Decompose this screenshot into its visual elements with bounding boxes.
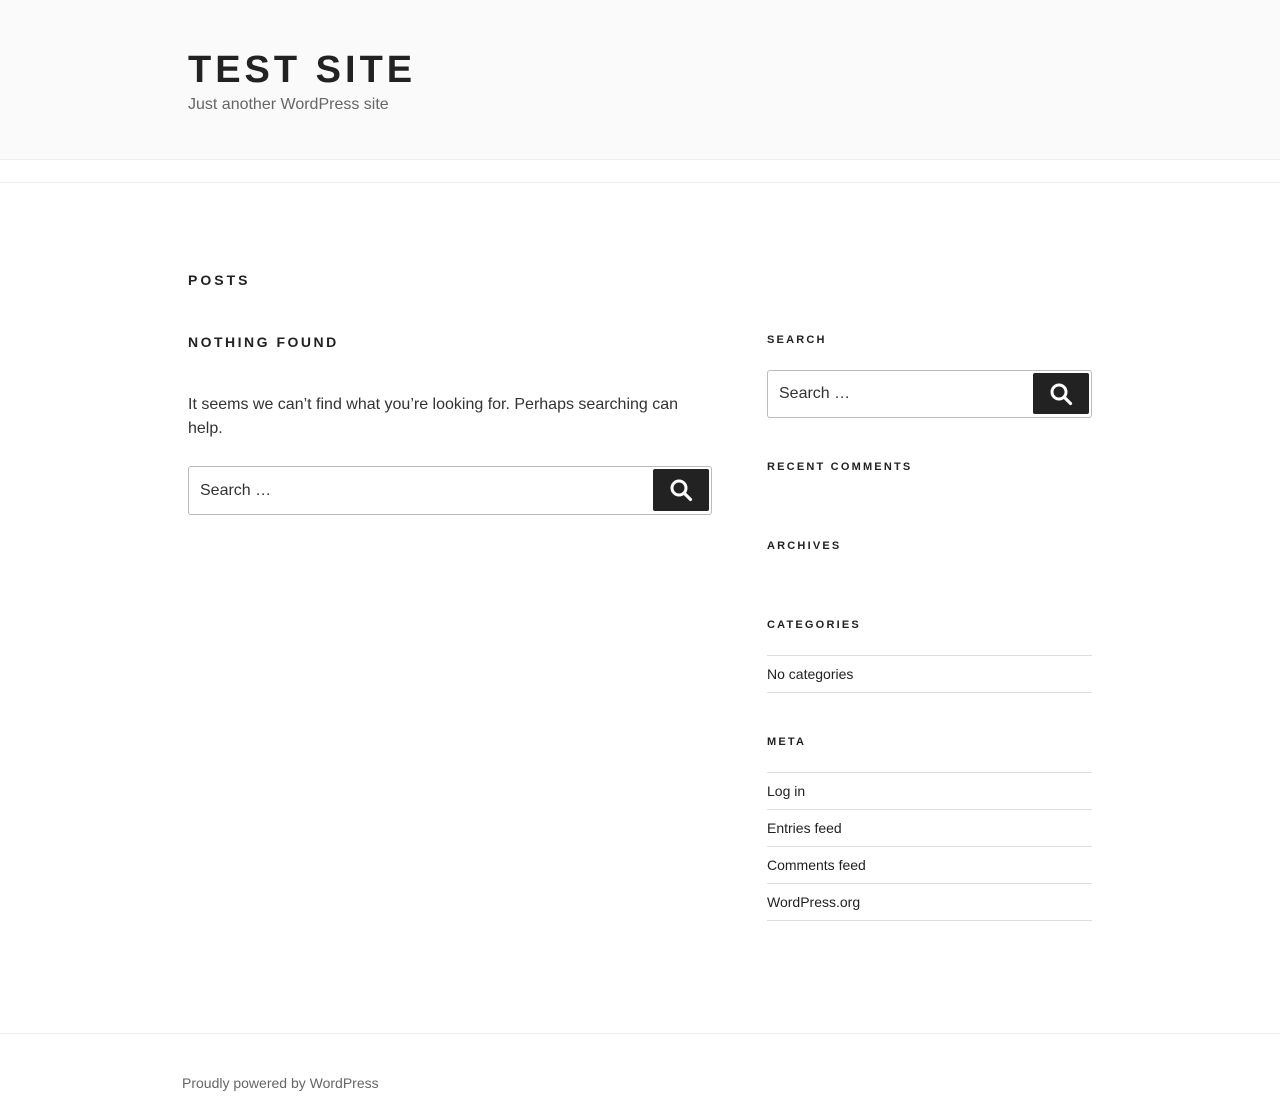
- site-description: Just another WordPress site: [188, 96, 389, 113]
- search-icon: [670, 479, 693, 502]
- sidebar-search-button[interactable]: [1033, 373, 1089, 414]
- main-search-form: [188, 466, 712, 515]
- list-item: Entries feed: [767, 810, 1092, 847]
- category-empty-text: No categories: [767, 666, 854, 682]
- list-item: Log in: [767, 773, 1092, 810]
- main-search-input[interactable]: [189, 467, 649, 514]
- sidebar-search-form: [767, 370, 1092, 418]
- list-item: No categories: [767, 656, 1092, 693]
- list-item: WordPress.org: [767, 884, 1092, 921]
- widget-title-archives: ARCHIVES: [767, 540, 842, 552]
- list-item: Comments feed: [767, 847, 1092, 884]
- page-title: POSTS: [188, 272, 251, 288]
- meta-list: Log in Entries feed Comments feed WordPr…: [767, 772, 1092, 921]
- meta-link-log-in[interactable]: Log in: [767, 783, 805, 799]
- widget-title-recent-comments: RECENT COMMENTS: [767, 461, 913, 473]
- site-header: TEST SITE Just another WordPress site: [0, 0, 1280, 160]
- navigation-strip: [0, 161, 1280, 183]
- nothing-found-title: NOTHING FOUND: [188, 334, 339, 350]
- sidebar-search-input[interactable]: [768, 371, 1030, 417]
- nothing-found-text: It seems we can’t find what you’re looki…: [188, 396, 679, 437]
- meta-link-comments-feed[interactable]: Comments feed: [767, 857, 866, 873]
- categories-list: No categories: [767, 655, 1092, 693]
- main-search-button[interactable]: [653, 469, 709, 511]
- footer-credit-link[interactable]: Proudly powered by WordPress: [182, 1073, 379, 1093]
- widget-title-search: SEARCH: [767, 334, 827, 346]
- site-footer: Proudly powered by WordPress: [0, 1033, 1280, 1120]
- site-title[interactable]: TEST SITE: [188, 46, 416, 94]
- widget-title-meta: META: [767, 736, 807, 748]
- meta-link-wordpress-org[interactable]: WordPress.org: [767, 894, 860, 910]
- widget-title-categories: CATEGORIES: [767, 619, 861, 631]
- search-icon: [1050, 383, 1073, 405]
- meta-link-entries-feed[interactable]: Entries feed: [767, 820, 842, 836]
